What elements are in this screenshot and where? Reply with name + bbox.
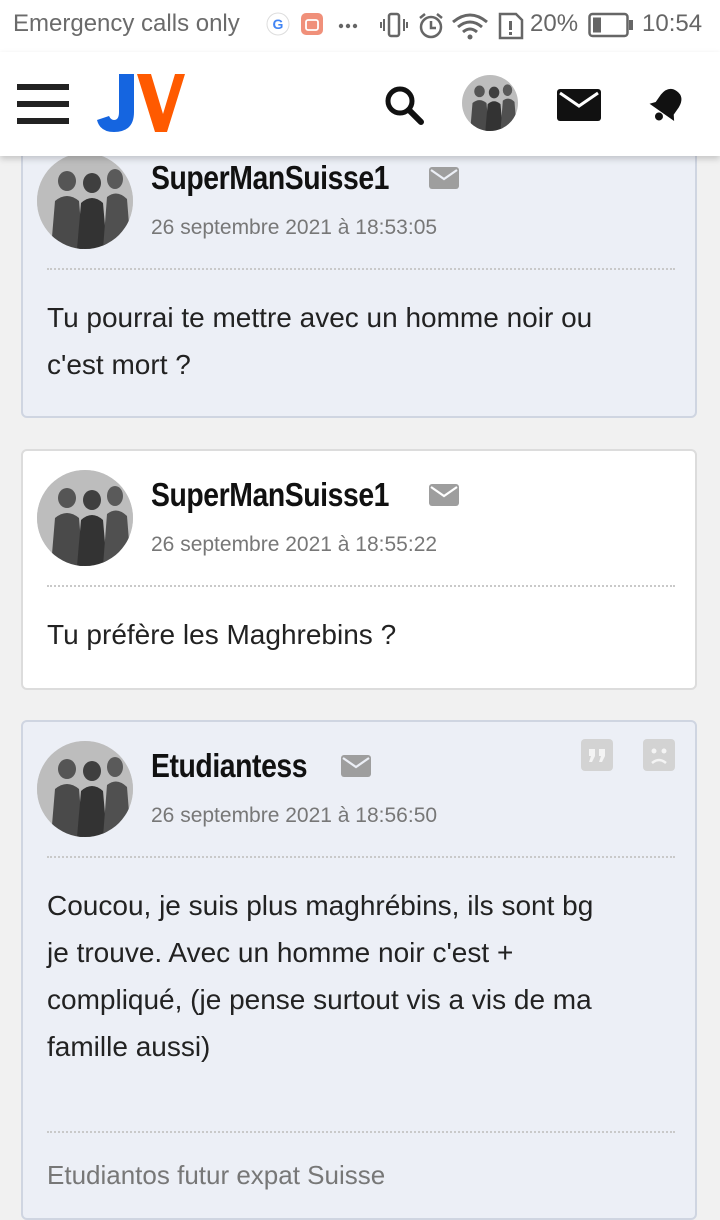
- author-name[interactable]: SuperManSuisse1: [151, 159, 389, 197]
- separator: [47, 856, 675, 858]
- signature: Etudiantos futur expat Suisse: [47, 1160, 386, 1190]
- separator: [47, 585, 675, 587]
- google-icon: G: [266, 12, 290, 36]
- post-date: 26 septembre 2021 à 18:56:50: [151, 804, 438, 827]
- menu-icon[interactable]: [17, 82, 69, 126]
- mail-icon[interactable]: [557, 89, 601, 121]
- avatar[interactable]: [37, 153, 133, 249]
- quote-icon: [589, 749, 605, 762]
- vibrate-icon: [380, 12, 408, 38]
- clock: 10:54: [642, 10, 703, 37]
- shop-icon: [301, 13, 323, 35]
- post-card: Etudiantess 26 septembre 2021 à 18:56:50…: [21, 720, 697, 1220]
- mail-icon[interactable]: [429, 167, 459, 189]
- app-header: [0, 52, 720, 156]
- avatar[interactable]: [462, 75, 518, 131]
- report-button[interactable]: [643, 739, 675, 771]
- carrier-text: Emergency calls only: [13, 10, 240, 37]
- alarm-icon: [419, 13, 443, 39]
- search-icon[interactable]: [384, 85, 424, 125]
- wifi-icon: [452, 13, 488, 40]
- avatar[interactable]: [37, 470, 133, 566]
- svg-text:G: G: [273, 16, 284, 32]
- post-date: 26 septembre 2021 à 18:55:22: [151, 533, 438, 556]
- post-card: SuperManSuisse1 26 septembre 2021 à 18:5…: [21, 449, 697, 690]
- post-body: Coucou, je suis plus maghrébins, ils son…: [47, 890, 594, 1062]
- status-bar: Emergency calls only G 20% 10:54: [0, 0, 720, 52]
- post-body: Tu pourrai te mettre avec un homme noir …: [47, 302, 593, 380]
- author-name[interactable]: SuperManSuisse1: [151, 476, 389, 514]
- sad-face-icon: [651, 748, 667, 764]
- bell-icon[interactable]: [647, 85, 687, 125]
- post-card: SuperManSuisse1 26 septembre 2021 à 18:5…: [21, 110, 697, 418]
- sim-alert-icon: [498, 12, 524, 40]
- battery-percent: 20%: [530, 10, 579, 37]
- quote-button[interactable]: [581, 739, 613, 771]
- avatar[interactable]: [37, 741, 133, 837]
- jv-logo[interactable]: [97, 70, 185, 136]
- post-body: Tu préfère les Maghrebins ?: [47, 619, 397, 650]
- more-icon: [338, 23, 358, 29]
- author-name[interactable]: Etudiantess: [151, 747, 308, 785]
- separator: [47, 1131, 675, 1133]
- post-date: 26 septembre 2021 à 18:53:05: [151, 216, 438, 239]
- message-feed: SuperManSuisse1 26 septembre 2021 à 18:5…: [0, 0, 720, 1220]
- mail-icon[interactable]: [341, 755, 371, 777]
- mail-icon[interactable]: [429, 484, 459, 506]
- separator: [47, 268, 675, 270]
- battery-icon: [588, 12, 633, 38]
